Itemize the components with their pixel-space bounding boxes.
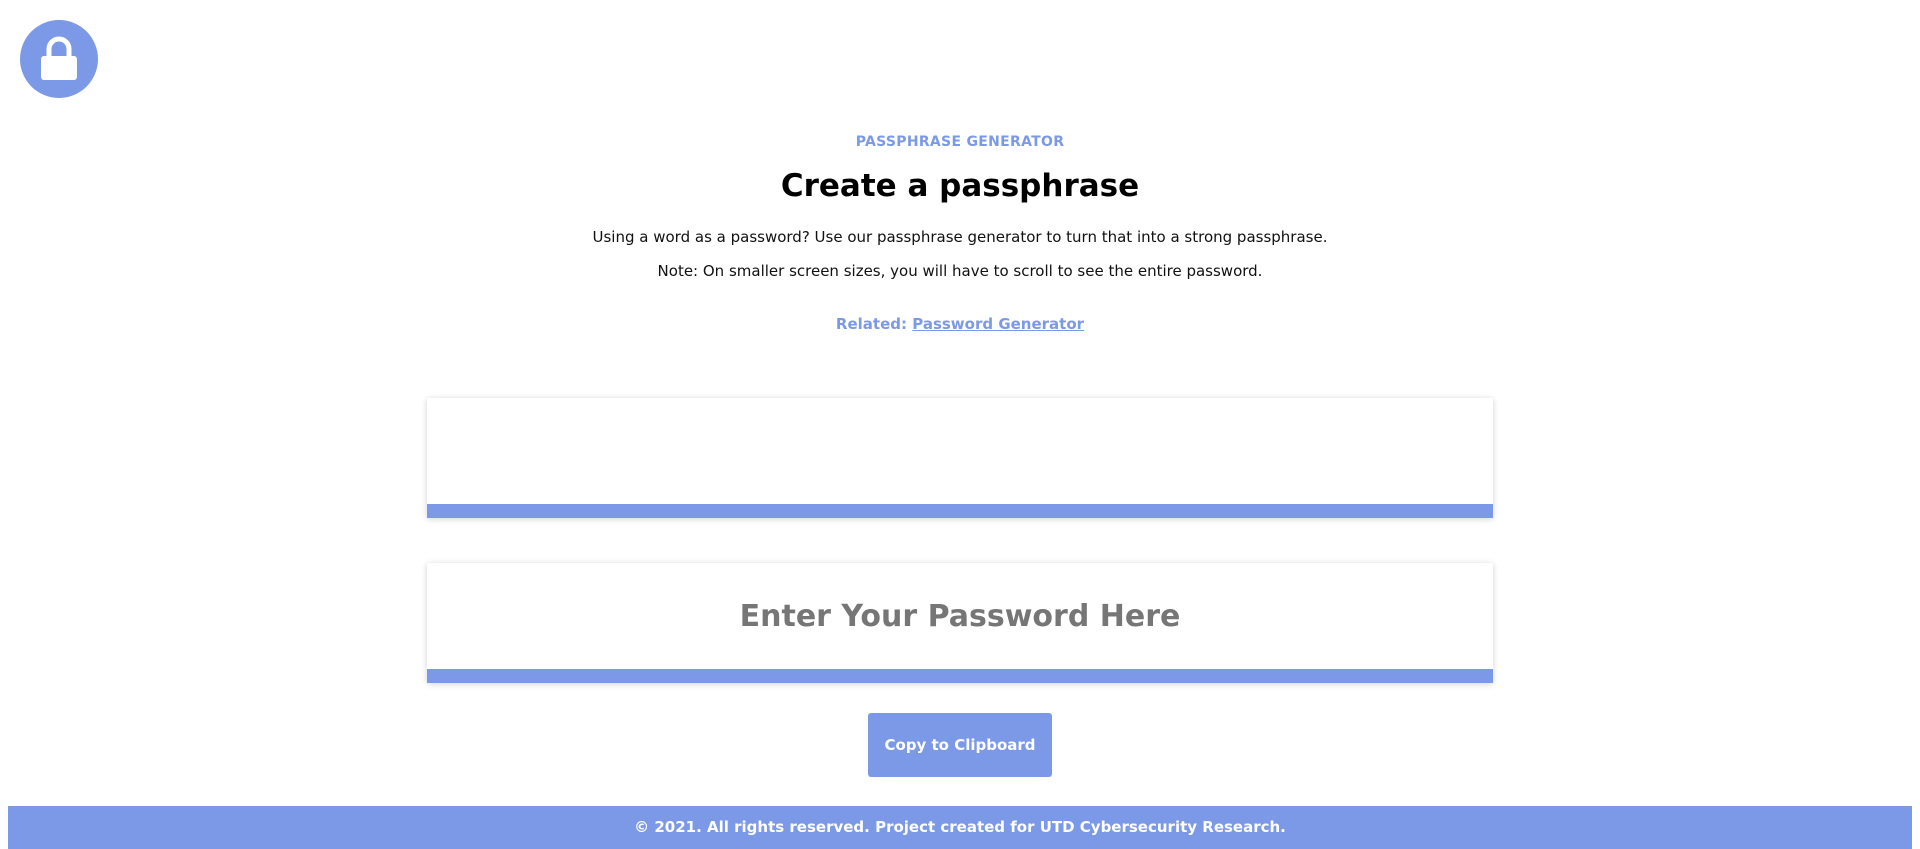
footer: © 2021. All rights reserved. Project cre… bbox=[8, 806, 1912, 849]
page-note: Note: On smaller screen sizes, you will … bbox=[657, 262, 1263, 280]
page-description: Using a word as a password? Use our pass… bbox=[592, 228, 1328, 246]
input-card-accent-bar bbox=[427, 669, 1493, 683]
passphrase-output[interactable] bbox=[427, 398, 1493, 504]
copy-to-clipboard-button[interactable]: Copy to Clipboard bbox=[868, 713, 1052, 777]
footer-text: © 2021. All rights reserved. Project cre… bbox=[634, 818, 1286, 836]
lock-logo[interactable] bbox=[20, 20, 98, 98]
password-input[interactable] bbox=[427, 563, 1493, 669]
related-label: Related: bbox=[835, 315, 907, 333]
lock-icon bbox=[41, 36, 77, 80]
page-eyebrow: PASSPHRASE GENERATOR bbox=[855, 134, 1065, 150]
password-input-card bbox=[427, 563, 1493, 683]
output-card-accent-bar bbox=[427, 504, 1493, 518]
password-generator-link[interactable]: Password Generator bbox=[912, 315, 1084, 333]
page-title: Create a passphrase bbox=[780, 168, 1140, 204]
passphrase-output-card bbox=[427, 398, 1493, 518]
related-links: Related: Password Generator bbox=[0, 315, 1920, 333]
